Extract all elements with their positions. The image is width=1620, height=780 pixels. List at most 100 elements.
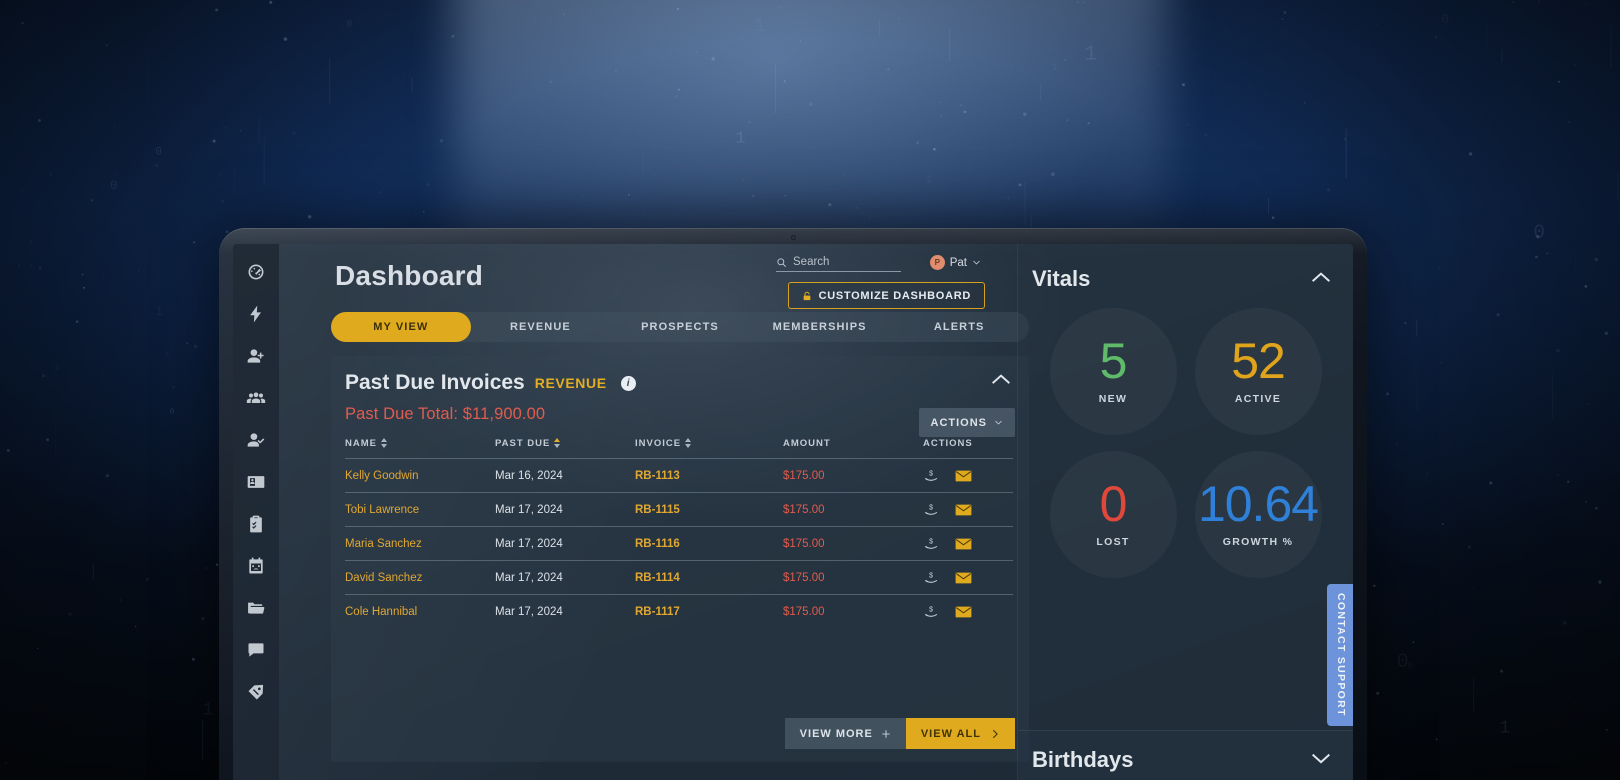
cell-actions: $ xyxy=(923,527,1013,561)
speedometer-icon[interactable] xyxy=(246,262,266,282)
calendar-icon[interactable] xyxy=(246,556,266,576)
collect-payment-icon[interactable]: $ xyxy=(923,604,939,619)
sort-arrows xyxy=(685,438,692,449)
card-footer: VIEW MORE VIEW ALL xyxy=(784,718,1015,749)
column-label-invoice: INVOICE xyxy=(635,438,682,449)
customize-dashboard-label: CUSTOMIZE DASHBOARD xyxy=(818,289,971,302)
view-all-button[interactable]: VIEW ALL xyxy=(905,718,1015,749)
collapse-card-button[interactable] xyxy=(991,372,1011,390)
cell-amount: $175.00 xyxy=(783,469,825,482)
send-email-icon[interactable] xyxy=(955,606,972,618)
cell-past-due: Mar 17, 2024 xyxy=(495,537,563,550)
cell-invoice[interactable]: RB-1113 xyxy=(635,459,783,493)
birthdays-title: Birthdays xyxy=(1032,746,1134,772)
send-email-icon[interactable] xyxy=(955,572,972,584)
chat-bubble-icon[interactable] xyxy=(246,640,266,660)
collect-payment-icon[interactable]: $ xyxy=(923,536,939,551)
card-category-tag: REVENUE xyxy=(534,375,607,391)
view-more-button[interactable]: VIEW MORE xyxy=(784,718,906,749)
table-row[interactable]: Tobi Lawrence Mar 17, 2024 RB-1115 $175.… xyxy=(345,492,1013,527)
table-row[interactable]: Maria Sanchez Mar 17, 2024 RB-1116 $175.… xyxy=(345,526,1013,561)
tab-memberships[interactable]: MEMBERSHIPS xyxy=(750,312,890,342)
collect-payment-icon[interactable]: $ xyxy=(923,468,939,483)
customize-dashboard-button[interactable]: CUSTOMIZE DASHBOARD xyxy=(787,282,985,309)
cell-name[interactable]: David Sanchez xyxy=(345,561,495,595)
column-label-actions: ACTIONS xyxy=(923,438,973,449)
cell-amount: $175.00 xyxy=(783,571,825,584)
vital-growth[interactable]: 10.64 GROWTH % xyxy=(1194,451,1322,578)
vital-new[interactable]: 5 NEW xyxy=(1049,308,1177,435)
chevron-down-icon xyxy=(1311,753,1331,764)
cell-past-due: Mar 17, 2024 xyxy=(495,605,563,618)
user-name: Pat xyxy=(949,256,967,269)
chevron-down-icon xyxy=(973,260,980,265)
user-check-icon[interactable] xyxy=(246,430,266,450)
clipboard-icon[interactable] xyxy=(246,514,266,534)
main-content: Dashboard Search P Pat CUSTOMIZE DASHBOA… xyxy=(279,244,1029,780)
search-input[interactable]: Search xyxy=(776,256,901,272)
birthdays-section[interactable]: Birthdays xyxy=(1018,730,1353,780)
dashboard-screen: Dashboard Search P Pat CUSTOMIZE DASHBOA… xyxy=(233,244,1353,780)
tag-icon[interactable] xyxy=(246,682,266,702)
search-icon xyxy=(777,257,786,267)
user-plus-icon[interactable] xyxy=(246,346,266,366)
collapse-vitals-button[interactable] xyxy=(1311,270,1331,288)
table-header: NAME PAST DUE INVOICE AMOUNT ACTIONS xyxy=(345,438,1013,459)
contact-support-tab[interactable]: CONTACT SUPPORT xyxy=(1327,584,1353,726)
send-email-icon[interactable] xyxy=(955,504,972,516)
cell-invoice[interactable]: RB-1116 xyxy=(635,527,783,561)
vital-value: 0 xyxy=(1099,476,1128,533)
table-row[interactable]: Kelly Goodwin Mar 16, 2024 RB-1113 $175.… xyxy=(345,458,1013,493)
cell-amount: $175.00 xyxy=(783,605,825,618)
cell-past-due: Mar 17, 2024 xyxy=(495,503,563,516)
lightning-bolt-icon[interactable] xyxy=(246,304,266,324)
tab-my-view[interactable]: MY VIEW xyxy=(331,312,471,342)
send-email-icon[interactable] xyxy=(955,538,972,550)
info-icon[interactable]: i xyxy=(620,375,636,391)
left-sidebar-nav xyxy=(233,244,279,780)
table-row[interactable]: Cole Hannibal Mar 17, 2024 RB-1117 $175.… xyxy=(345,594,1013,629)
column-header-actions: ACTIONS xyxy=(923,438,1013,459)
vitals-panel: Vitals 5 NEW 52 ACTIVE 0 LOST 10.64 GROW… xyxy=(1017,244,1353,780)
collect-payment-icon[interactable]: $ xyxy=(923,502,939,517)
cell-actions: $ xyxy=(923,459,1013,493)
send-email-icon[interactable] xyxy=(955,470,972,482)
contact-support-label: CONTACT SUPPORT xyxy=(1335,593,1347,717)
top-bar: Dashboard Search P Pat CUSTOMIZE DASHBOA… xyxy=(279,244,1017,309)
cell-invoice[interactable]: RB-1117 xyxy=(635,595,783,629)
sort-arrows xyxy=(554,438,561,449)
table-row[interactable]: David Sanchez Mar 17, 2024 RB-1114 $175.… xyxy=(345,560,1013,595)
cell-name[interactable]: Maria Sanchez xyxy=(345,527,495,561)
id-card-icon[interactable] xyxy=(246,472,266,492)
column-header-name[interactable]: NAME xyxy=(345,438,495,459)
tab-alerts[interactable]: ALERTS xyxy=(889,312,1029,342)
svg-text:$: $ xyxy=(929,607,933,614)
cell-name[interactable]: Kelly Goodwin xyxy=(345,459,495,493)
column-header-past-due[interactable]: PAST DUE xyxy=(495,438,635,459)
user-menu[interactable]: P Pat xyxy=(929,255,981,270)
dashboard-tabs: MY VIEW REVENUE PROSPECTS MEMBERSHIPS AL… xyxy=(331,312,1029,342)
search-placeholder: Search xyxy=(793,256,830,268)
tab-revenue[interactable]: REVENUE xyxy=(471,312,611,342)
vital-lost[interactable]: 0 LOST xyxy=(1049,451,1177,578)
plus-icon xyxy=(882,729,890,738)
vital-value: 5 xyxy=(1099,333,1128,390)
cell-actions: $ xyxy=(923,595,1013,629)
column-header-invoice[interactable]: INVOICE xyxy=(635,438,783,459)
folder-icon[interactable] xyxy=(246,598,266,618)
actions-dropdown-button[interactable]: ACTIONS xyxy=(918,408,1015,437)
svg-text:$: $ xyxy=(929,471,933,478)
vital-active[interactable]: 52 ACTIVE xyxy=(1194,308,1322,435)
collect-payment-icon[interactable]: $ xyxy=(923,570,939,585)
cell-past-due: Mar 16, 2024 xyxy=(495,469,563,482)
cell-name[interactable]: Cole Hannibal xyxy=(345,595,495,629)
tab-prospects[interactable]: PROSPECTS xyxy=(610,312,750,342)
cell-invoice[interactable]: RB-1114 xyxy=(635,561,783,595)
vital-label: ACTIVE xyxy=(1234,392,1282,405)
users-icon[interactable] xyxy=(246,388,266,408)
cell-name[interactable]: Tobi Lawrence xyxy=(345,493,495,527)
column-label-name: NAME xyxy=(345,438,377,449)
expand-birthdays-button[interactable] xyxy=(1311,751,1331,769)
cell-invoice[interactable]: RB-1115 xyxy=(635,493,783,527)
camera-dot xyxy=(791,235,796,240)
